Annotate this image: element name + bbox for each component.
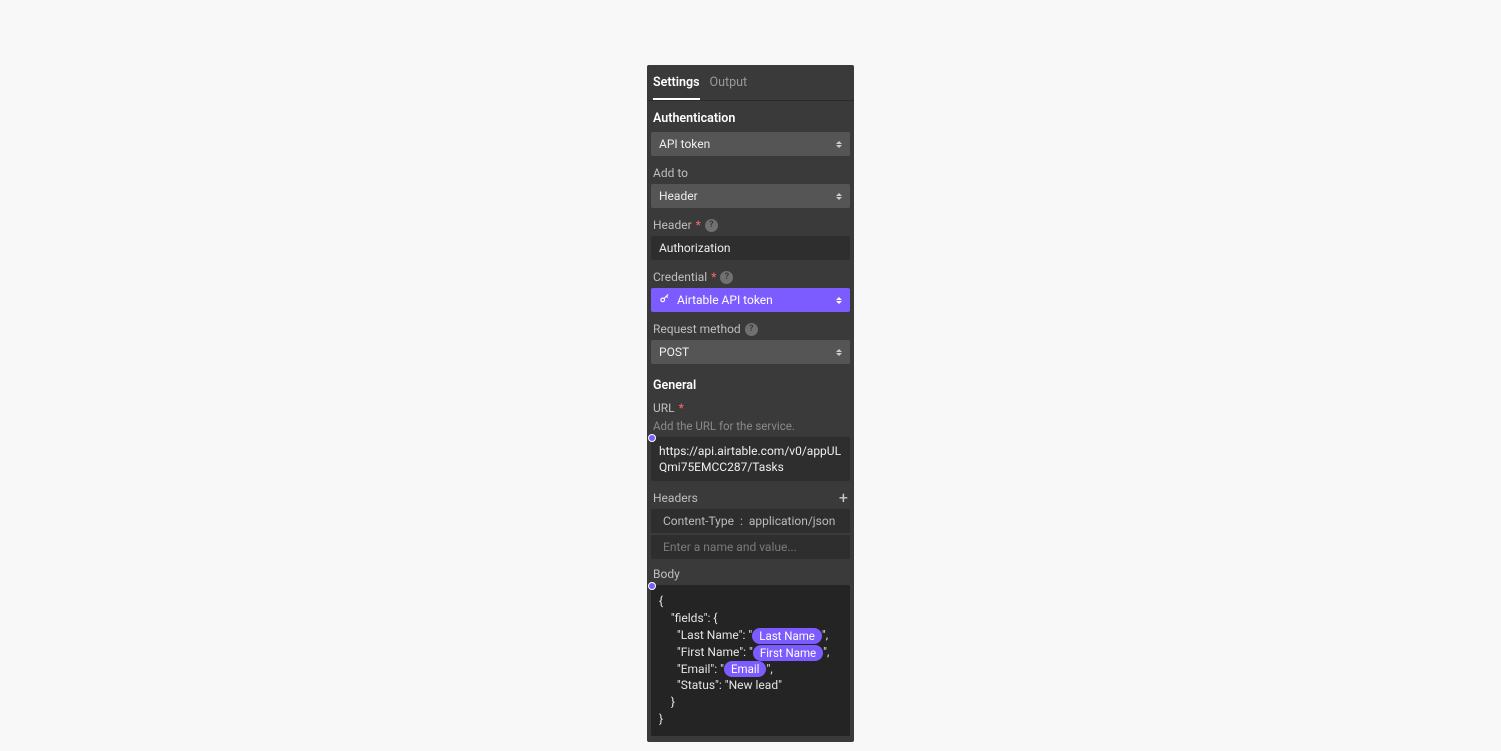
key-icon — [659, 293, 670, 307]
label-request-method-text: Request method — [653, 322, 741, 336]
header-row[interactable]: Content-Type : application/json — [651, 509, 850, 533]
authentication-select-value: API token — [659, 137, 710, 151]
label-url: URL * — [647, 399, 854, 419]
body-editor[interactable]: { "fields": { "Last Name": "Last Name", … — [651, 585, 850, 735]
label-request-method: Request method ? — [647, 316, 854, 340]
add-to-select-value: Header — [659, 189, 698, 203]
header-value: application/json — [749, 514, 835, 528]
label-header-text: Header — [653, 218, 692, 232]
url-input-value: https://api.airtable.com/v0/appULQmi75EM… — [659, 444, 841, 474]
add-header-button[interactable]: + — [839, 492, 848, 504]
tab-settings[interactable]: Settings — [653, 75, 700, 100]
select-caret-icon — [836, 349, 842, 356]
label-add-to: Add to — [647, 160, 854, 184]
headers-header: Headers + — [647, 485, 854, 509]
label-url-text: URL — [653, 401, 675, 415]
url-helper-text: Add the URL for the service. — [647, 419, 854, 437]
help-icon[interactable]: ? — [705, 219, 718, 232]
help-icon[interactable]: ? — [720, 271, 733, 284]
label-credential-text: Credential — [653, 270, 707, 284]
header-key: Content-Type — [663, 514, 734, 528]
help-icon[interactable]: ? — [745, 323, 758, 336]
url-input[interactable]: https://api.airtable.com/v0/appULQmi75EM… — [651, 437, 850, 481]
credential-select[interactable]: Airtable API token — [651, 288, 850, 312]
header-input[interactable]: Authorization — [651, 236, 850, 260]
authentication-select[interactable]: API token — [651, 132, 850, 156]
tab-output[interactable]: Output — [710, 75, 748, 100]
mapped-indicator-icon — [648, 434, 656, 442]
select-caret-icon — [836, 297, 842, 304]
required-marker: * — [696, 218, 701, 232]
label-credential: Credential * ? — [647, 264, 854, 288]
body-line: "fields": { — [659, 610, 842, 627]
label-headers: Headers — [653, 491, 698, 505]
body-line: "Email": "Email", — [659, 661, 842, 678]
request-method-value: POST — [659, 345, 689, 359]
body-line: { — [659, 593, 842, 610]
section-general: General — [647, 368, 854, 399]
required-marker: * — [711, 270, 716, 284]
variable-pill-last-name[interactable]: Last Name — [752, 628, 822, 644]
select-caret-icon — [836, 193, 842, 200]
select-caret-icon — [836, 141, 842, 148]
body-line: "First Name": "First Name", — [659, 644, 842, 661]
credential-select-value: Airtable API token — [659, 293, 773, 307]
label-body: Body — [647, 561, 854, 585]
header-sep: : — [740, 514, 743, 528]
settings-panel: Settings Output Authentication API token… — [647, 65, 854, 742]
body-line: "Status": "New lead" — [659, 677, 842, 694]
body-line: } — [659, 711, 842, 728]
label-header: Header * ? — [647, 212, 854, 236]
body-line: } — [659, 694, 842, 711]
section-authentication: Authentication — [647, 101, 854, 132]
tab-bar: Settings Output — [647, 65, 854, 101]
variable-pill-first-name[interactable]: First Name — [753, 645, 823, 661]
credential-select-text: Airtable API token — [677, 293, 773, 307]
add-to-select[interactable]: Header — [651, 184, 850, 208]
mapped-indicator-icon — [648, 582, 656, 590]
header-row-placeholder[interactable]: Enter a name and value... — [651, 535, 850, 559]
request-method-select[interactable]: POST — [651, 340, 850, 364]
required-marker: * — [679, 401, 684, 415]
variable-pill-email[interactable]: Email — [724, 661, 766, 677]
body-line: "Last Name": "Last Name", — [659, 627, 842, 644]
